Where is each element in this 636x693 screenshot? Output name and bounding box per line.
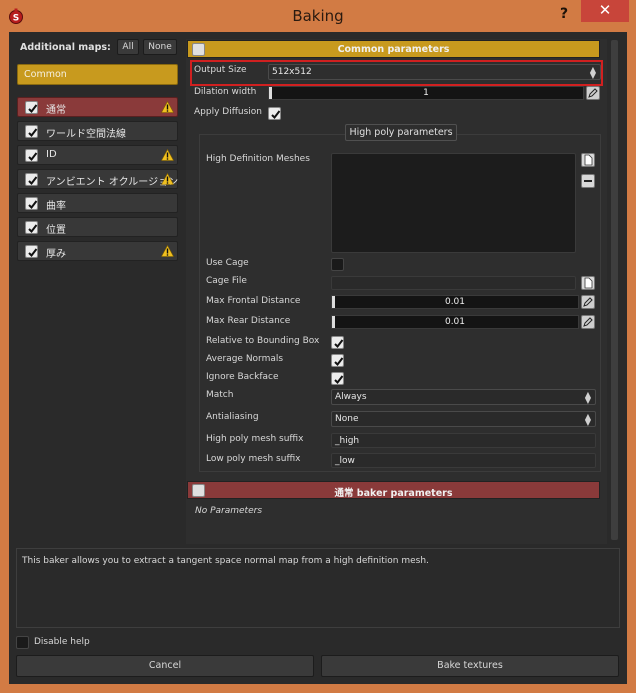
help-text: This baker allows you to extract a tange… [22, 556, 429, 566]
max-rear-slider[interactable]: 0.01 [331, 315, 579, 329]
warning-icon [160, 100, 175, 113]
bake-textures-button[interactable]: Bake textures [321, 655, 619, 677]
dilation-width-value: 1 [423, 88, 429, 98]
map-enabled-checkbox[interactable] [25, 125, 38, 138]
help-text-box: This baker allows you to extract a tange… [16, 548, 620, 628]
apply-diffusion-label: Apply Diffusion [194, 107, 263, 117]
select-none-button[interactable]: None [143, 39, 177, 55]
apply-diffusion-checkbox[interactable] [268, 107, 281, 120]
map-item[interactable]: ワールド空間法線 [17, 121, 178, 141]
remove-icon[interactable] [581, 174, 595, 188]
map-item[interactable]: 通常 [17, 97, 178, 117]
warning-icon [160, 172, 175, 185]
max-frontal-label: Max Frontal Distance [206, 296, 301, 306]
map-item[interactable]: アンビエント オクルージョン [17, 169, 178, 189]
lp-suffix-value: _low [335, 456, 355, 466]
ignore-backface-checkbox[interactable] [331, 372, 344, 385]
common-item[interactable]: Common [17, 64, 178, 85]
add-file-icon[interactable] [581, 153, 595, 167]
no-parameters-text: No Parameters [195, 506, 263, 516]
cancel-button[interactable]: Cancel [16, 655, 314, 677]
baker-parameters-title: 通常 baker parameters [334, 488, 453, 499]
map-item[interactable]: 位置 [17, 217, 178, 237]
average-normals-label: Average Normals [206, 354, 284, 364]
ignore-backface-label: Ignore Backface [206, 372, 279, 382]
hd-meshes-list[interactable] [331, 153, 576, 253]
map-item[interactable]: ID [17, 145, 178, 165]
hp-suffix-input[interactable]: _high [331, 433, 596, 448]
map-item-label: 通常 [46, 105, 66, 116]
disable-help-label: Disable help [34, 637, 90, 647]
max-rear-value: 0.01 [444, 317, 466, 327]
antialiasing-select[interactable]: None ▲ ▼ [331, 411, 596, 427]
hp-suffix-label: High poly mesh suffix [206, 434, 304, 444]
match-value: Always [335, 392, 367, 402]
lp-suffix-input[interactable]: _low [331, 453, 596, 468]
map-enabled-checkbox[interactable] [25, 101, 38, 114]
common-parameters-title: Common parameters [337, 44, 450, 55]
output-size-highlight [190, 60, 603, 86]
close-button[interactable]: ✕ [581, 0, 629, 22]
common-item-label: Common [24, 69, 67, 80]
cage-file-input[interactable] [331, 276, 576, 290]
map-enabled-checkbox[interactable] [25, 197, 38, 210]
max-rear-label: Max Rear Distance [206, 316, 291, 326]
help-button[interactable]: ? [552, 4, 576, 24]
map-item-label: 位置 [46, 225, 66, 236]
additional-maps-label: Additional maps: [20, 42, 111, 53]
hp-suffix-value: _high [335, 436, 360, 446]
edit-pencil-icon[interactable] [581, 315, 595, 329]
common-parameters-header[interactable]: Common parameters [187, 40, 600, 58]
map-enabled-checkbox[interactable] [25, 221, 38, 234]
disable-help-checkbox[interactable] [16, 636, 29, 649]
match-select[interactable]: Always ▲ ▼ [331, 389, 596, 405]
browse-file-icon[interactable] [581, 276, 595, 290]
max-frontal-value: 0.01 [444, 297, 466, 307]
warning-icon [160, 148, 175, 161]
edit-pencil-icon[interactable] [586, 86, 600, 100]
match-label: Match [206, 390, 234, 400]
dilation-width-label: Dilation width [194, 87, 257, 97]
map-enabled-checkbox[interactable] [25, 149, 38, 162]
map-item-label: アンビエント オクルージョン [46, 177, 179, 188]
map-enabled-checkbox[interactable] [25, 173, 38, 186]
select-arrows-icon: ▲ ▼ [584, 412, 591, 427]
high-poly-tab[interactable]: High poly parameters [345, 124, 457, 141]
map-item[interactable]: 曲率 [17, 193, 178, 213]
edit-pencil-icon[interactable] [581, 295, 595, 309]
map-item[interactable]: 厚み [17, 241, 178, 261]
relative-bbox-checkbox[interactable] [331, 336, 344, 349]
map-item-label: ID [46, 149, 57, 160]
map-item-label: 曲率 [46, 201, 66, 212]
use-cage-label: Use Cage [206, 258, 249, 268]
select-all-button[interactable]: All [117, 39, 139, 55]
map-item-label: 厚み [46, 249, 66, 260]
scrollbar-thumb[interactable] [611, 40, 618, 540]
antialiasing-value: None [335, 414, 359, 424]
relative-bbox-label: Relative to Bounding Box [206, 336, 320, 346]
map-item-label: ワールド空間法線 [46, 129, 126, 140]
antialiasing-label: Antialiasing [206, 412, 259, 422]
average-normals-checkbox[interactable] [331, 354, 344, 367]
map-enabled-checkbox[interactable] [25, 245, 38, 258]
dilation-width-slider[interactable]: 1 [268, 86, 584, 100]
baker-parameters-header[interactable]: 通常 baker parameters [187, 481, 600, 499]
warning-icon [160, 244, 175, 257]
cage-file-label: Cage File [206, 276, 247, 286]
scrollbar-track[interactable] [609, 39, 620, 544]
hd-meshes-label: High Definition Meshes [206, 154, 310, 164]
use-cage-checkbox[interactable] [331, 258, 344, 271]
max-frontal-slider[interactable]: 0.01 [331, 295, 579, 309]
select-arrows-icon: ▲ ▼ [584, 390, 591, 405]
window-title: Baking [292, 7, 344, 25]
lp-suffix-label: Low poly mesh suffix [206, 454, 301, 464]
